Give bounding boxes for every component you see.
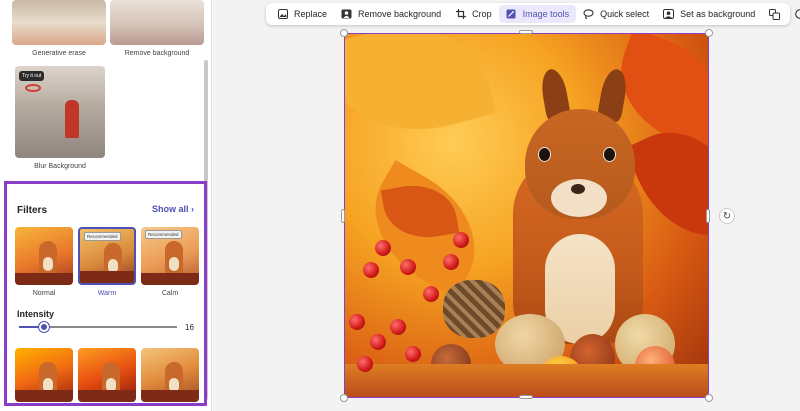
person-icon (341, 9, 352, 20)
leaf-ground (345, 364, 708, 397)
remove-background-label: Remove background (358, 9, 442, 19)
intensity-label: Intensity (17, 309, 55, 319)
remove-background-button[interactable]: Remove background (334, 5, 448, 23)
contrast-icon (794, 9, 800, 20)
resize-handle[interactable] (706, 209, 710, 223)
filter-thumbnail[interactable] (15, 348, 73, 402)
player-graphic (65, 100, 79, 138)
filter-warm-thumbnail[interactable]: Recommended (78, 227, 136, 285)
image-tools-panel: Generative erase Remove background Try i… (0, 0, 212, 411)
berry (390, 319, 406, 335)
replace-label: Replace (294, 9, 328, 19)
generative-erase-thumbnail[interactable] (12, 0, 106, 45)
resize-handle[interactable] (705, 394, 713, 402)
try-it-out-badge: Try it out (19, 71, 45, 81)
rotate-button[interactable]: ↻ (719, 208, 735, 224)
remove-background-label: Remove background (124, 50, 190, 57)
nuts-mini (80, 271, 134, 283)
image-tools-button[interactable]: Image tools (498, 5, 577, 23)
pinecone (443, 280, 505, 338)
quick-select-label: Quick select (600, 9, 650, 19)
show-all-label: Show all (151, 204, 189, 214)
copy-button[interactable] (762, 5, 787, 23)
squirrel-eye (603, 147, 616, 162)
lasso-icon (583, 9, 594, 20)
filter-thumbnail[interactable] (78, 348, 136, 402)
berry (375, 240, 391, 256)
quick-select-button[interactable]: Quick select (576, 5, 656, 23)
filter-warm-label: Warm (97, 290, 117, 297)
nuts-mini (15, 390, 73, 402)
filter-thumbnail[interactable] (141, 348, 199, 402)
berry (405, 346, 421, 362)
recommended-badge: Recommended (145, 230, 182, 239)
resize-handle[interactable] (705, 29, 713, 37)
berry (357, 356, 373, 372)
filter-calm-label: Calm (161, 290, 179, 297)
berry (453, 232, 469, 248)
squirrel-eye (538, 147, 551, 162)
crop-label: Crop (472, 9, 492, 19)
nuts-mini (141, 390, 199, 402)
recommended-badge: Recommended (84, 232, 121, 241)
berry (363, 262, 379, 278)
background-icon (663, 9, 675, 20)
filters-title: Filters (17, 205, 48, 216)
berry (349, 314, 365, 330)
contrast-button[interactable] (787, 5, 800, 23)
remove-background-thumbnail[interactable] (110, 0, 204, 45)
resize-handle[interactable] (519, 30, 533, 34)
squirrel-image[interactable] (344, 33, 709, 398)
berry (400, 259, 416, 275)
image-tools-label: Image tools (522, 9, 570, 19)
filter-calm-thumbnail[interactable]: Recommended (141, 227, 199, 285)
squirrel-mini (165, 241, 183, 275)
berry (370, 334, 386, 350)
squirrel-mini (39, 241, 57, 275)
berry (443, 254, 459, 270)
chevron-right-icon: › (191, 204, 194, 214)
intensity-value: 16 (185, 323, 194, 332)
rotate-icon: ↻ (722, 210, 732, 222)
filter-normal-label: Normal (32, 290, 56, 297)
copy-icon (769, 8, 781, 20)
magic-icon (506, 9, 517, 20)
replace-button[interactable]: Replace (270, 5, 334, 23)
hoop-graphic (25, 84, 41, 92)
intensity-slider-knob[interactable] (39, 322, 50, 332)
image-icon (277, 9, 288, 20)
show-all-link[interactable]: Show all › (152, 204, 194, 214)
resize-handle[interactable] (341, 209, 345, 223)
nuts-mini (15, 273, 73, 285)
set-as-background-button[interactable]: Set as background (656, 5, 762, 23)
leaf (345, 34, 497, 152)
resize-handle[interactable] (340, 394, 348, 402)
generative-erase-label: Generative erase (32, 50, 86, 57)
berry (423, 286, 439, 302)
squirrel-nose (571, 184, 585, 194)
resize-handle[interactable] (519, 395, 533, 399)
filters-section: Filters Show all › Recommended Recommend… (4, 181, 207, 406)
resize-handle[interactable] (340, 29, 348, 37)
crop-icon (455, 9, 466, 20)
blur-background-thumbnail[interactable]: Try it out (15, 66, 105, 158)
nuts-mini (141, 273, 199, 285)
blur-background-label: Blur Background (34, 163, 86, 170)
crop-button[interactable]: Crop (448, 5, 499, 23)
image-toolbar: Replace Remove background Crop Image too… (266, 3, 800, 25)
set-as-background-label: Set as background (680, 9, 756, 19)
nuts-mini (78, 390, 136, 402)
filter-normal-thumbnail[interactable] (15, 227, 73, 285)
